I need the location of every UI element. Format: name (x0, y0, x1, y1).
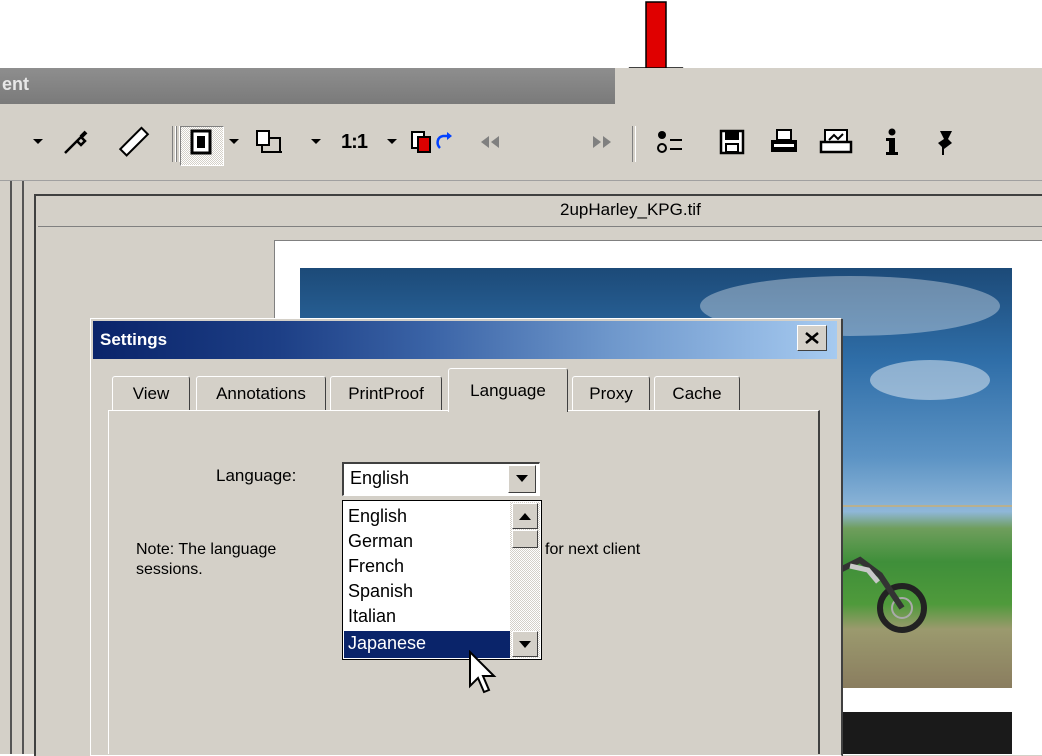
scroll-up-button[interactable] (512, 503, 538, 529)
chevron-up-icon (519, 512, 531, 520)
close-icon (805, 332, 819, 344)
tab-proxy[interactable]: Proxy (572, 376, 650, 410)
panel-divider (22, 181, 24, 754)
print-icon[interactable] (762, 104, 806, 180)
image-cloud (870, 360, 990, 400)
language-select-value: English (350, 468, 410, 488)
language-option-spanish[interactable]: Spanish (344, 579, 510, 604)
dialog-title: Settings (100, 330, 168, 349)
panel-divider (10, 181, 12, 754)
settings-icon[interactable] (648, 104, 690, 180)
single-page-icon (180, 104, 222, 180)
language-option-german[interactable]: German (344, 529, 510, 554)
ruler-icon[interactable] (110, 104, 156, 180)
scan-icon[interactable] (812, 104, 860, 180)
page-rotate-icon[interactable] (406, 104, 460, 180)
eyedropper-icon[interactable] (56, 104, 96, 180)
tab-language[interactable]: Language (448, 368, 568, 412)
scroll-down-button[interactable] (512, 631, 538, 657)
note-text: sessions. (136, 561, 203, 578)
image-second-page (820, 712, 1012, 754)
document-title-bar (38, 196, 1042, 227)
tab-view[interactable]: View (112, 376, 190, 410)
zoom-ratio-button[interactable]: 1:1 (330, 104, 378, 180)
previous-page-icon[interactable] (470, 104, 512, 180)
tab-annotations[interactable]: Annotations (196, 376, 326, 410)
dropdown-arrow-icon[interactable] (26, 104, 50, 180)
image-fence (840, 505, 1012, 527)
language-option-italian[interactable]: Italian (344, 604, 510, 629)
page-layout-icon[interactable] (246, 104, 292, 180)
dropdown-arrow-icon[interactable] (226, 104, 242, 180)
note-text: for next client (545, 541, 641, 558)
dropdown-arrow-icon[interactable] (306, 104, 326, 180)
tab-printproof[interactable]: PrintProof (330, 376, 442, 410)
next-page-icon[interactable] (578, 104, 624, 180)
dialog-title-bar[interactable] (93, 321, 837, 359)
close-button[interactable] (797, 325, 827, 351)
language-label: Language: (216, 466, 297, 485)
pin-icon[interactable] (924, 104, 968, 180)
language-option-english[interactable]: English (344, 504, 510, 529)
language-option-french[interactable]: French (344, 554, 510, 579)
tab-cache[interactable]: Cache (654, 376, 740, 410)
window-title-bar (0, 68, 1042, 105)
scroll-thumb[interactable] (512, 530, 538, 548)
chevron-down-icon (516, 475, 528, 482)
dropdown-arrow-icon[interactable] (382, 104, 402, 180)
language-dropdown-button[interactable] (508, 465, 536, 493)
save-icon[interactable] (712, 104, 752, 180)
window-title-text: ent (2, 74, 29, 94)
zoom-ratio-label: 1:1 (341, 130, 368, 153)
note-text: Note: The language (136, 541, 277, 558)
document-title: 2upHarley_KPG.tif (560, 200, 701, 219)
mouse-pointer-icon (469, 650, 497, 694)
info-icon[interactable] (872, 104, 912, 180)
chevron-down-icon (519, 640, 531, 648)
